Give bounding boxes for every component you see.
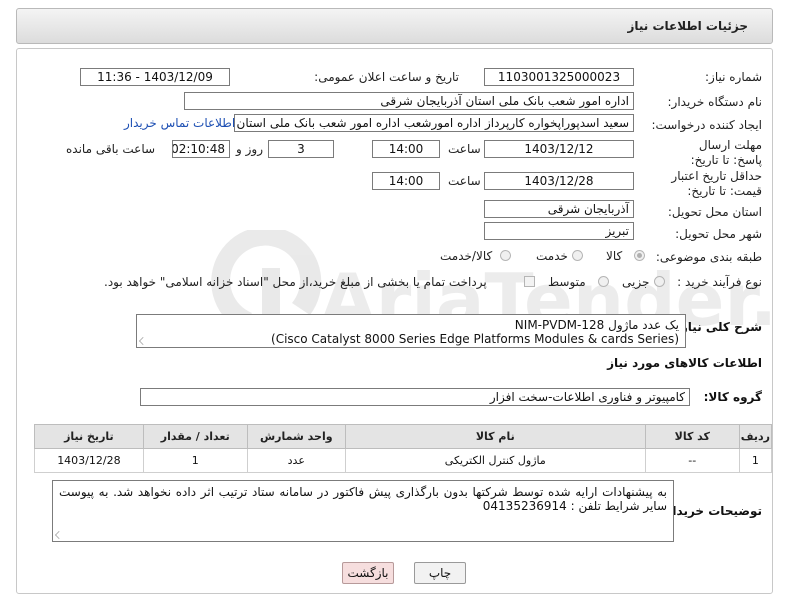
deadline-time-word: ساعت xyxy=(448,142,481,156)
cell-row: 1 xyxy=(738,448,773,473)
treasury-payment-checkbox[interactable] xyxy=(524,276,535,287)
city-label: شهر محل تحویل: xyxy=(675,227,762,241)
validity-time-field[interactable]: 14:00 xyxy=(372,172,440,190)
purchase-radio-minor[interactable] xyxy=(654,276,665,287)
remaining-time-field[interactable]: 02:10:48 xyxy=(172,140,230,158)
cell-date: 1403/12/28 xyxy=(34,448,144,473)
summary-line-2: (Cisco Catalyst 8000 Series Edge Platfor… xyxy=(271,332,679,346)
deadline-date-field[interactable]: 1403/12/12 xyxy=(484,140,634,158)
days-field[interactable]: 3 xyxy=(268,140,334,158)
buyer-notes-textarea[interactable]: به پیشنهادات ارایه شده توسط شرکتها بدون … xyxy=(52,480,674,542)
creator-field[interactable]: سعید اسدپوراپخواره کارپرداز اداره امورشع… xyxy=(234,114,634,132)
validity-date-field[interactable]: 1403/12/28 xyxy=(484,172,634,190)
col-header-qty: تعداد / مقدار xyxy=(142,424,248,449)
col-header-row: ردیف xyxy=(738,424,773,449)
city-field[interactable]: تبریز xyxy=(484,222,634,240)
cell-qty: 1 xyxy=(142,448,248,473)
purchase-option-medium: متوسط xyxy=(548,275,586,289)
category-radio-goods[interactable] xyxy=(634,250,645,261)
announce-label: تاریخ و ساعت اعلان عمومی: xyxy=(314,70,459,84)
deadline-time-field[interactable]: 14:00 xyxy=(372,140,440,158)
validity-time-word: ساعت xyxy=(448,174,481,188)
back-button[interactable]: بازگشت xyxy=(342,562,394,584)
buyer-org-label: نام دستگاه خریدار: xyxy=(667,95,763,109)
buyer-org-field[interactable]: اداره امور شعب بانک ملی استان آذربایجان … xyxy=(184,92,634,110)
cell-unit: عدد xyxy=(246,448,346,473)
category-option-goods: کالا xyxy=(606,249,623,263)
need-number-label: شماره نیاز: xyxy=(705,70,762,84)
goods-info-heading: اطلاعات کالاهای مورد نیاز xyxy=(607,356,762,370)
province-label: استان محل تحویل: xyxy=(667,205,762,219)
purchase-radio-medium[interactable] xyxy=(598,276,609,287)
details-header-bar: جزئیات اطلاعات نیاز xyxy=(16,8,773,44)
validity-label: حداقل تاریخ اعتبار قیمت: تا تاریخ: xyxy=(671,169,762,198)
remaining-word: ساعت باقی مانده xyxy=(66,142,156,156)
province-field[interactable]: آذربایجان شرقی xyxy=(484,200,634,218)
treasury-payment-note: پرداخت تمام یا بخشی از مبلغ خرید،از محل … xyxy=(104,275,487,289)
creator-label: ایجاد کننده درخواست: xyxy=(651,118,762,132)
purchase-type-label: نوع فرآیند خرید : xyxy=(677,275,762,289)
cell-name: ماژول کنترل الکتریکی xyxy=(344,448,646,473)
category-option-both: کالا/خدمت xyxy=(440,249,493,263)
category-label: طبقه بندی موضوعی: xyxy=(655,250,762,264)
summary-line-1: یک عدد ماژول NIM-PVDM-128 xyxy=(514,318,679,332)
resize-handle-icon[interactable] xyxy=(139,337,147,345)
category-radio-service[interactable] xyxy=(572,250,583,261)
days-word: روز و xyxy=(236,142,263,156)
table-header-row: ردیف کد کالا نام کالا واحد شمارش تعداد /… xyxy=(34,424,773,449)
col-header-date: تاریخ نیاز xyxy=(34,424,144,449)
announce-field[interactable]: 1403/12/09 - 11:36 xyxy=(80,68,230,86)
purchase-option-minor: جزیی xyxy=(622,275,650,289)
goods-group-field[interactable]: کامپیوتر و فناوری اطلاعات-سخت افزار xyxy=(140,388,690,406)
buyer-notes-label: توضیحات خریدار: xyxy=(660,504,762,518)
resize-handle-icon[interactable] xyxy=(55,531,63,539)
col-header-code: کد کالا xyxy=(644,424,740,449)
category-radio-both[interactable] xyxy=(500,250,511,261)
buyer-notes-text: به پیشنهادات ارایه شده توسط شرکتها بدون … xyxy=(59,485,667,513)
col-header-unit: واحد شمارش xyxy=(246,424,346,449)
cell-code: -- xyxy=(644,448,740,473)
print-button[interactable]: چاپ xyxy=(414,562,466,584)
col-header-name: نام کالا xyxy=(344,424,646,449)
summary-textarea[interactable]: یک عدد ماژول NIM-PVDM-128 (Cisco Catalys… xyxy=(136,314,686,348)
category-option-service: خدمت xyxy=(536,249,568,263)
goods-group-label: گروه کالا: xyxy=(703,390,762,404)
page-title: جزئیات اطلاعات نیاز xyxy=(627,19,748,33)
need-number-field[interactable]: 1103001325000023 xyxy=(484,68,634,86)
buyer-contact-link[interactable]: اطلاعات تماس خریدار xyxy=(124,116,235,130)
table-row[interactable]: 1 -- ماژول کنترل الکتریکی عدد 1 1403/12/… xyxy=(34,448,773,473)
summary-label: شرح کلی نیاز: xyxy=(676,320,762,334)
items-table: ردیف کد کالا نام کالا واحد شمارش تعداد /… xyxy=(34,424,773,473)
deadline-label: مهلت ارسال پاسخ: تا تاریخ: xyxy=(690,138,762,167)
